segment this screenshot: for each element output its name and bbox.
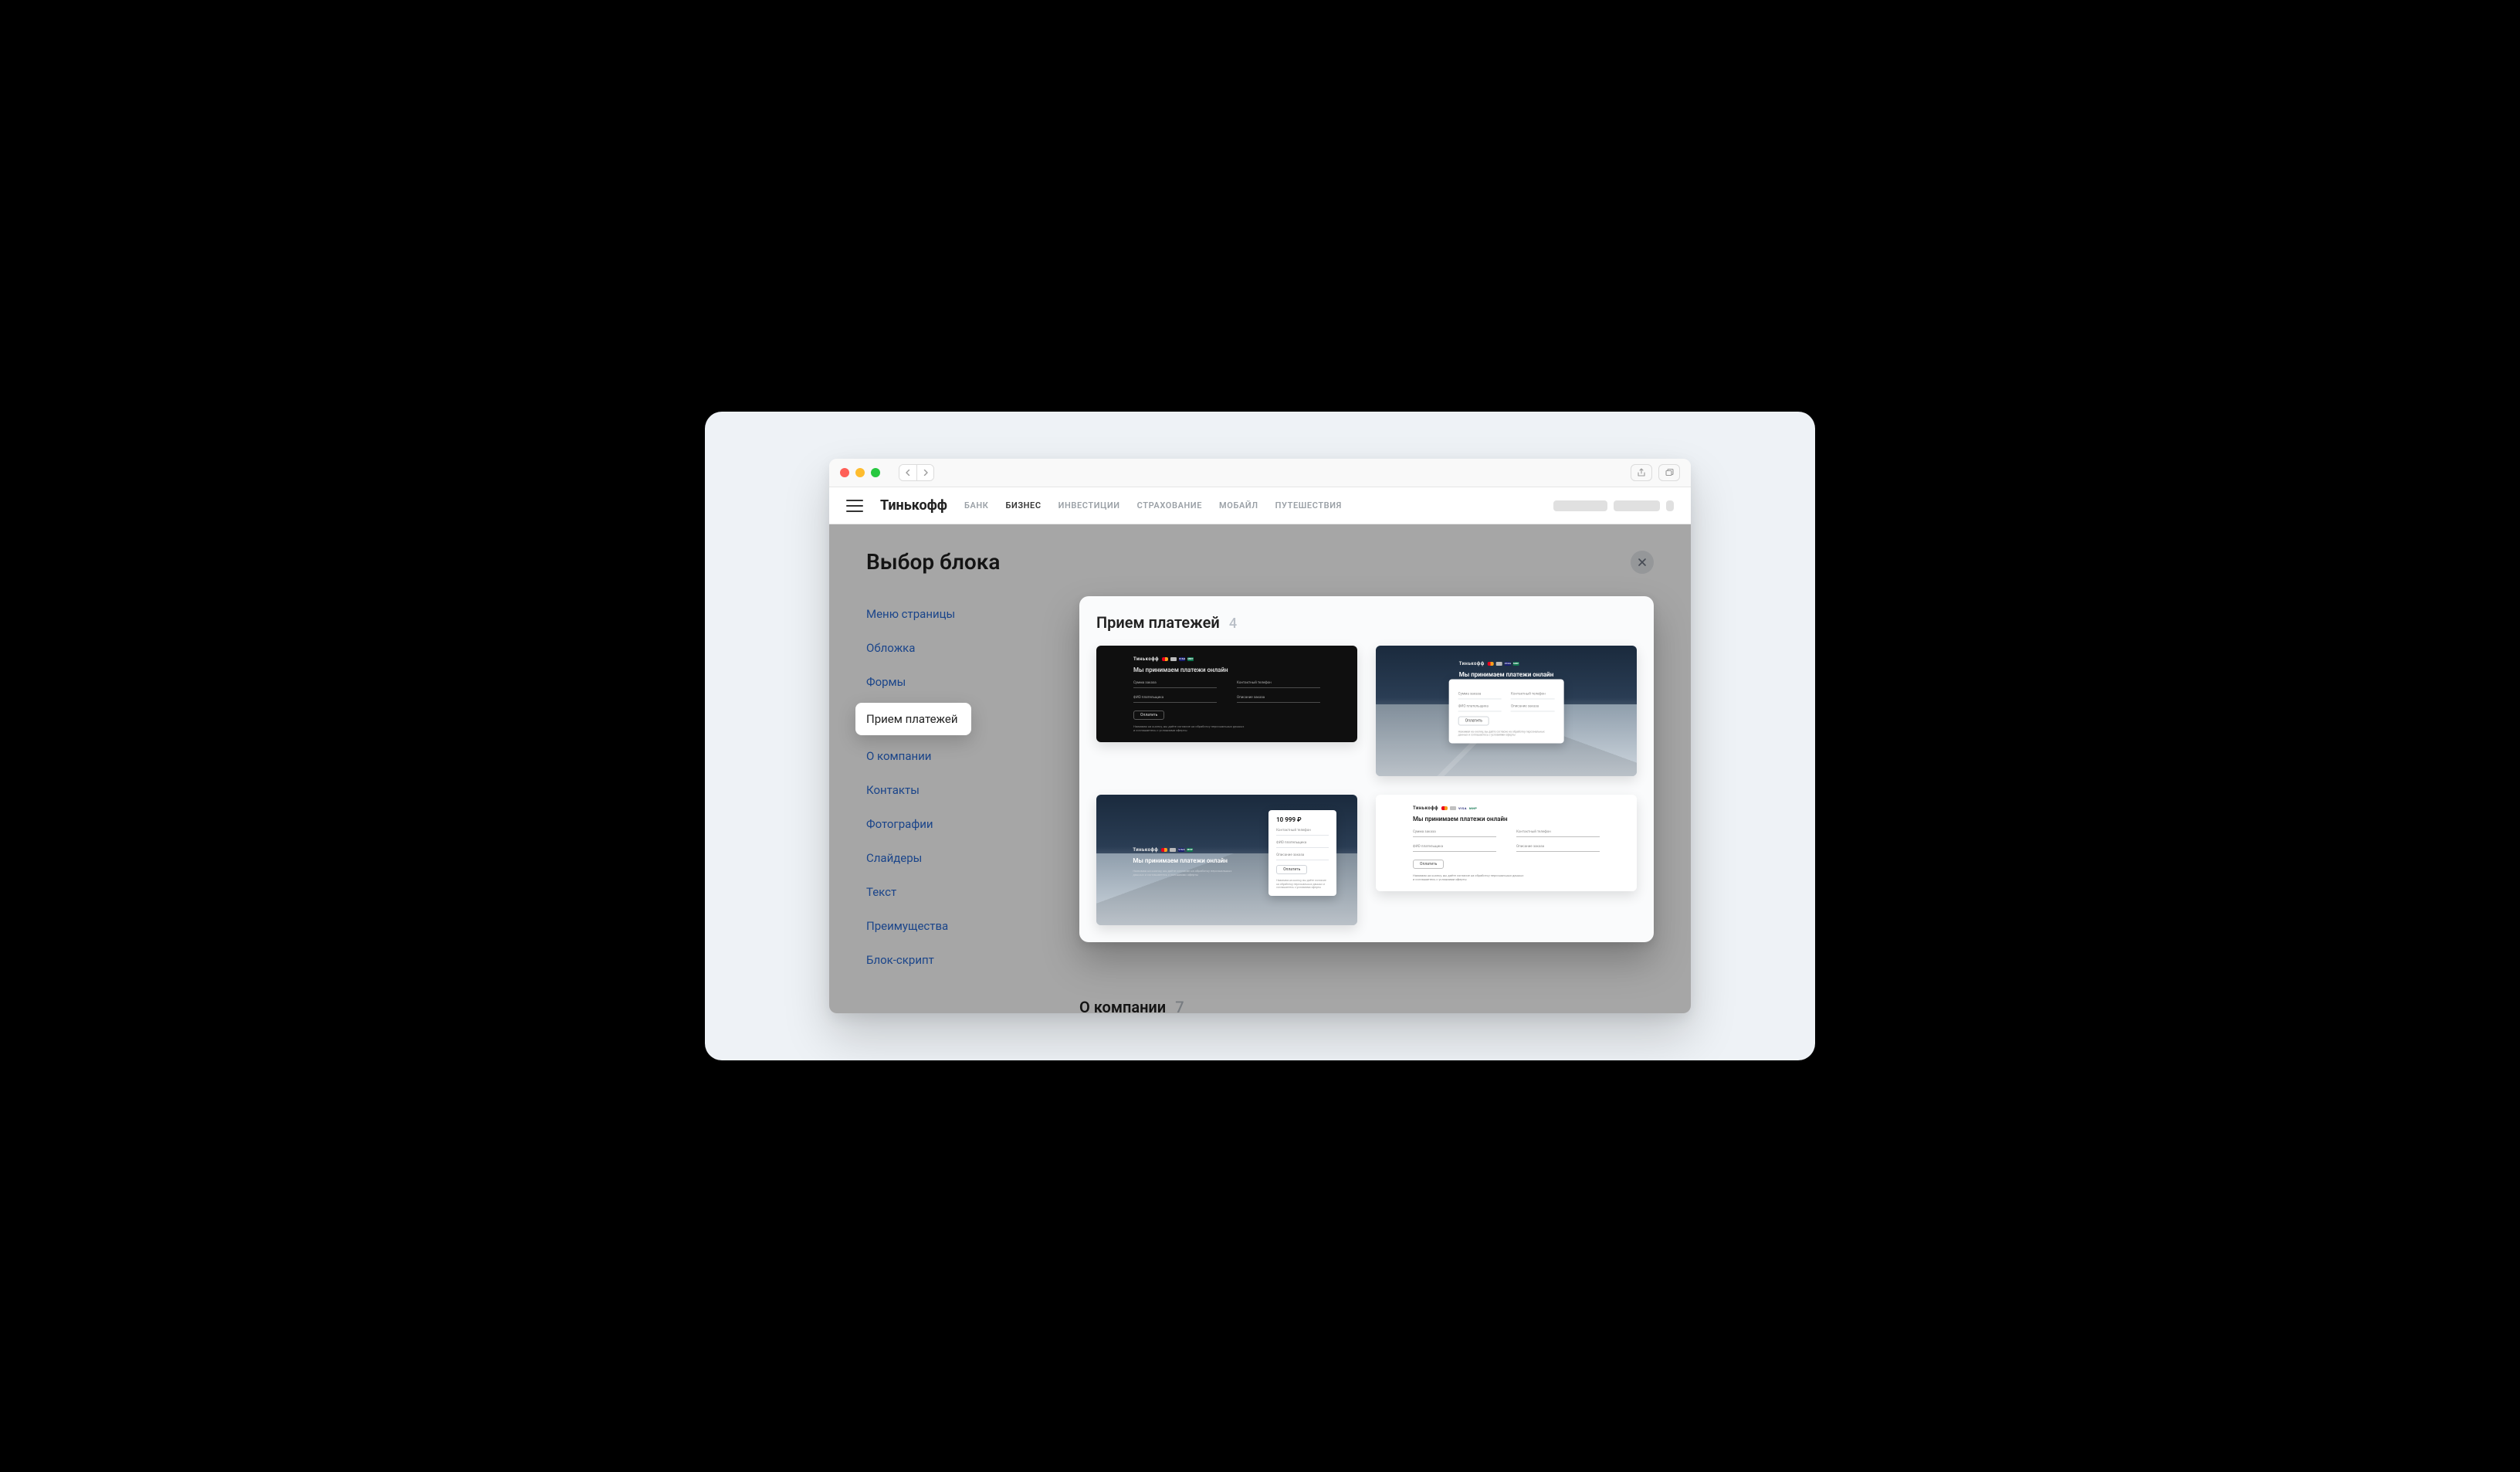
browser-nav-arrows: [899, 464, 934, 481]
preview-pay-button: Оплатить: [1413, 860, 1444, 869]
window-controls: [840, 468, 880, 477]
preview-heading: Мы принимаем платежи онлайн: [1133, 857, 1241, 864]
mir-icon: МИР: [1187, 657, 1194, 661]
header-user-area: [1553, 500, 1674, 511]
visa-icon: VISA: [1178, 848, 1184, 852]
preview-pay-button: Оплатить: [1133, 711, 1164, 720]
top-nav-travel[interactable]: ПУТЕШЕСТВИЯ: [1275, 500, 1342, 510]
preview-field-fio: ФИО плательщика: [1276, 839, 1329, 848]
mastercard-icon: [1162, 657, 1168, 661]
page-body: Выбор блока Меню страницы Обложка Формы …: [829, 524, 1691, 1013]
browser-back-button[interactable]: [899, 465, 916, 480]
preview-brand: Тинькофф: [1413, 806, 1438, 811]
preview-field-amount: Сумма заказа: [1458, 690, 1502, 699]
browser-tabs-button[interactable]: [1658, 464, 1680, 481]
top-nav-mobile[interactable]: МОБАЙЛ: [1219, 500, 1258, 510]
preview-field-phone: Контактный телефон: [1516, 830, 1600, 837]
preview-pay-button: Оплатить: [1458, 716, 1489, 725]
preview-field-amount: Сумма заказа: [1413, 830, 1496, 837]
top-nav-insurance[interactable]: СТРАХОВАНИЕ: [1137, 500, 1202, 510]
brand-logo[interactable]: Тинькофф: [880, 497, 947, 514]
header-blur-3: [1666, 500, 1674, 511]
card-icon: [1450, 806, 1456, 810]
top-nav: БАНК БИЗНЕС ИНВЕСТИЦИИ СТРАХОВАНИЕ МОБАЙ…: [964, 500, 1342, 510]
visa-icon: VISA: [1505, 662, 1511, 666]
block-preview-grid: Тинькофф VISA МИР: [1096, 646, 1637, 925]
popover-count: 4: [1229, 616, 1237, 632]
preview-price: 10 999 ₽: [1276, 816, 1329, 823]
preview-field-phone: Контактный телефон: [1276, 826, 1329, 836]
block-preview-image-side[interactable]: Тинькофф VISA МИР: [1096, 795, 1357, 925]
top-nav-business[interactable]: БИЗНЕС: [1006, 500, 1042, 510]
browser-share-button[interactable]: [1631, 464, 1652, 481]
top-nav-bank[interactable]: БАНК: [964, 500, 989, 510]
browser-forward-button[interactable]: [916, 465, 933, 480]
sidebar-item-payments[interactable]: Прием платежей: [855, 703, 971, 735]
preview-brand: Тинькофф: [1133, 847, 1158, 853]
preview-note: Нажимая на кнопку, вы даёте согласие на …: [1413, 873, 1525, 881]
preview-field-desc: Описание заказа: [1237, 696, 1320, 703]
blocks-popover: Прием платежей 4 Тинькофф: [1079, 596, 1654, 942]
top-nav-investments[interactable]: ИНВЕСТИЦИИ: [1058, 500, 1120, 510]
preview-note: Нажимая на кнопку, вы даёте согласие на …: [1133, 869, 1241, 877]
preview-pay-button: Оплатить: [1276, 865, 1307, 874]
preview-note: Нажимая на кнопку, вы даёте согласие на …: [1133, 724, 1245, 732]
browser-window: Тинькофф БАНК БИЗНЕС ИНВЕСТИЦИИ СТРАХОВА…: [829, 459, 1691, 1013]
block-preview-light[interactable]: Тинькофф VISA МИР: [1376, 795, 1637, 891]
preview-field-phone: Контактный телефон: [1511, 690, 1554, 699]
preview-field-fio: ФИО плательщика: [1133, 696, 1217, 703]
window-zoom-button[interactable]: [871, 468, 880, 477]
site-header: Тинькофф БАНК БИЗНЕС ИНВЕСТИЦИИ СТРАХОВА…: [829, 487, 1691, 524]
mir-icon: МИР: [1469, 806, 1477, 810]
mastercard-icon: [1161, 848, 1167, 852]
preview-heading: Мы принимаем платежи онлайн: [1413, 816, 1600, 822]
preview-brand: Тинькофф: [1459, 661, 1485, 666]
preview-field-fio: ФИО плательщика: [1458, 702, 1502, 711]
header-blur-2: [1614, 500, 1660, 511]
preview-note: Нажимая на кнопку, вы даёте согласие на …: [1276, 879, 1329, 890]
preview-brand: Тинькофф: [1133, 656, 1159, 662]
preview-field-phone: Контактный телефон: [1237, 681, 1320, 688]
window-close-button[interactable]: [840, 468, 849, 477]
card-icon: [1496, 662, 1502, 666]
preview-field-desc: Описание заказа: [1516, 845, 1600, 852]
visa-icon: VISA: [1458, 806, 1467, 810]
header-blur-1: [1553, 500, 1607, 511]
mir-icon: МИР: [1513, 662, 1519, 666]
visa-icon: VISA: [1179, 657, 1185, 661]
preview-field-fio: ФИО плательщика: [1413, 845, 1496, 852]
popover-title: Прием платежей: [1096, 613, 1220, 632]
mastercard-icon: [1441, 806, 1448, 810]
browser-chrome: [829, 459, 1691, 487]
preview-field-desc: Описание заказа: [1276, 851, 1329, 860]
presentation-frame: Тинькофф БАНК БИЗНЕС ИНВЕСТИЦИИ СТРАХОВА…: [705, 412, 1815, 1060]
mastercard-icon: [1488, 662, 1494, 666]
block-preview-dark[interactable]: Тинькофф VISA МИР: [1096, 646, 1357, 742]
preview-note: Нажимая на кнопку, вы даёте согласие на …: [1458, 730, 1555, 737]
window-minimize-button[interactable]: [855, 468, 865, 477]
card-icon: [1170, 848, 1176, 852]
card-icon: [1170, 657, 1177, 661]
mir-icon: МИР: [1187, 848, 1193, 852]
preview-heading: Мы принимаем платежи онлайн: [1459, 671, 1554, 678]
preview-heading: Мы принимаем платежи онлайн: [1133, 666, 1320, 673]
hamburger-menu-button[interactable]: [846, 500, 863, 512]
block-preview-image-card[interactable]: Тинькофф VISA МИР: [1376, 646, 1637, 776]
preview-field-amount: Сумма заказа: [1133, 681, 1217, 688]
preview-field-desc: Описание заказа: [1511, 702, 1554, 711]
